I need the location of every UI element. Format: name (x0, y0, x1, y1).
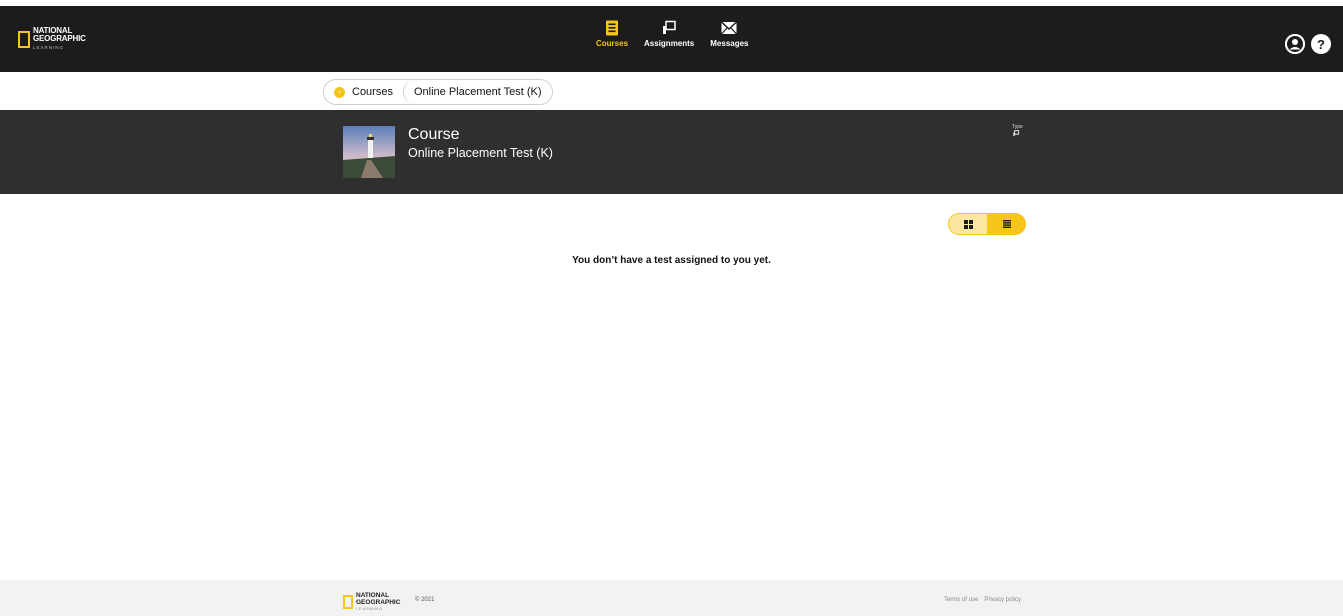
yellow-border-icon (18, 30, 30, 48)
list-view-icon (1003, 220, 1011, 228)
copyright: © 2021 (415, 597, 435, 603)
footer-logo-line-2: GEOGRAPHIC (356, 599, 401, 606)
nav-messages[interactable]: Messages (710, 20, 749, 48)
breadcrumb-courses-label: Courses (352, 86, 393, 98)
main-nav: Courses Assignments Messages (596, 20, 749, 48)
footer: NATIONAL GEOGRAPHIC LEARNING © 2021 Term… (0, 580, 1343, 616)
course-thumbnail (343, 126, 395, 178)
yellow-border-icon (343, 594, 353, 609)
grid-view-icon (963, 219, 973, 229)
assignment-icon (1013, 130, 1020, 137)
breadcrumb: ‹ Courses Online Placement Test (K) (323, 79, 553, 105)
empty-state-message: You don’t have a test assigned to you ye… (572, 255, 771, 266)
footer-logo[interactable]: NATIONAL GEOGRAPHIC LEARNING (343, 592, 400, 611)
breadcrumb-current-label: Online Placement Test (K) (413, 86, 542, 98)
nav-assignments-label: Assignments (644, 39, 695, 48)
breadcrumb-bar: ‹ Courses Online Placement Test (K) (0, 72, 1343, 111)
breadcrumb-courses[interactable]: ‹ Courses (324, 80, 403, 104)
user-actions: ? (1285, 34, 1331, 54)
book-icon (604, 20, 620, 36)
nav-assignments[interactable]: Assignments (644, 20, 694, 48)
view-toggle (948, 213, 1026, 235)
top-navigation-bar: NATIONAL GEOGRAPHIC LEARNING Courses Ass… (0, 6, 1343, 72)
logo-line-3: LEARNING (33, 44, 65, 50)
footer-links: Terms of use Privacy policy (944, 597, 1021, 603)
footer-logo-line-1: NATIONAL (356, 592, 390, 599)
nav-messages-label: Messages (710, 39, 749, 48)
user-icon (1285, 34, 1305, 54)
logo-line-2: GEOGRAPHIC (33, 33, 86, 43)
privacy-link[interactable]: Privacy policy (984, 597, 1021, 603)
footer-logo-line-3: LEARNING (356, 606, 383, 611)
back-icon: ‹ (334, 86, 345, 98)
course-type: Type (1012, 124, 1023, 137)
user-profile-button[interactable] (1285, 34, 1305, 54)
assignment-icon (661, 20, 677, 36)
course-name: Online Placement Test (K) (408, 146, 553, 160)
help-icon: ? (1317, 36, 1325, 52)
envelope-icon (721, 20, 738, 36)
course-header: Course Online Placement Test (K) Type (0, 110, 1343, 194)
list-view-button[interactable] (988, 213, 1026, 235)
natgeo-logo[interactable]: NATIONAL GEOGRAPHIC LEARNING (18, 26, 86, 50)
nav-courses-label: Courses (596, 39, 629, 48)
course-title: Course (408, 126, 460, 143)
breadcrumb-current[interactable]: Online Placement Test (K) (402, 80, 552, 104)
nav-courses[interactable]: Courses (596, 20, 628, 48)
grid-view-button[interactable] (948, 213, 988, 235)
help-button[interactable]: ? (1311, 34, 1331, 54)
terms-link[interactable]: Terms of use (944, 597, 978, 603)
